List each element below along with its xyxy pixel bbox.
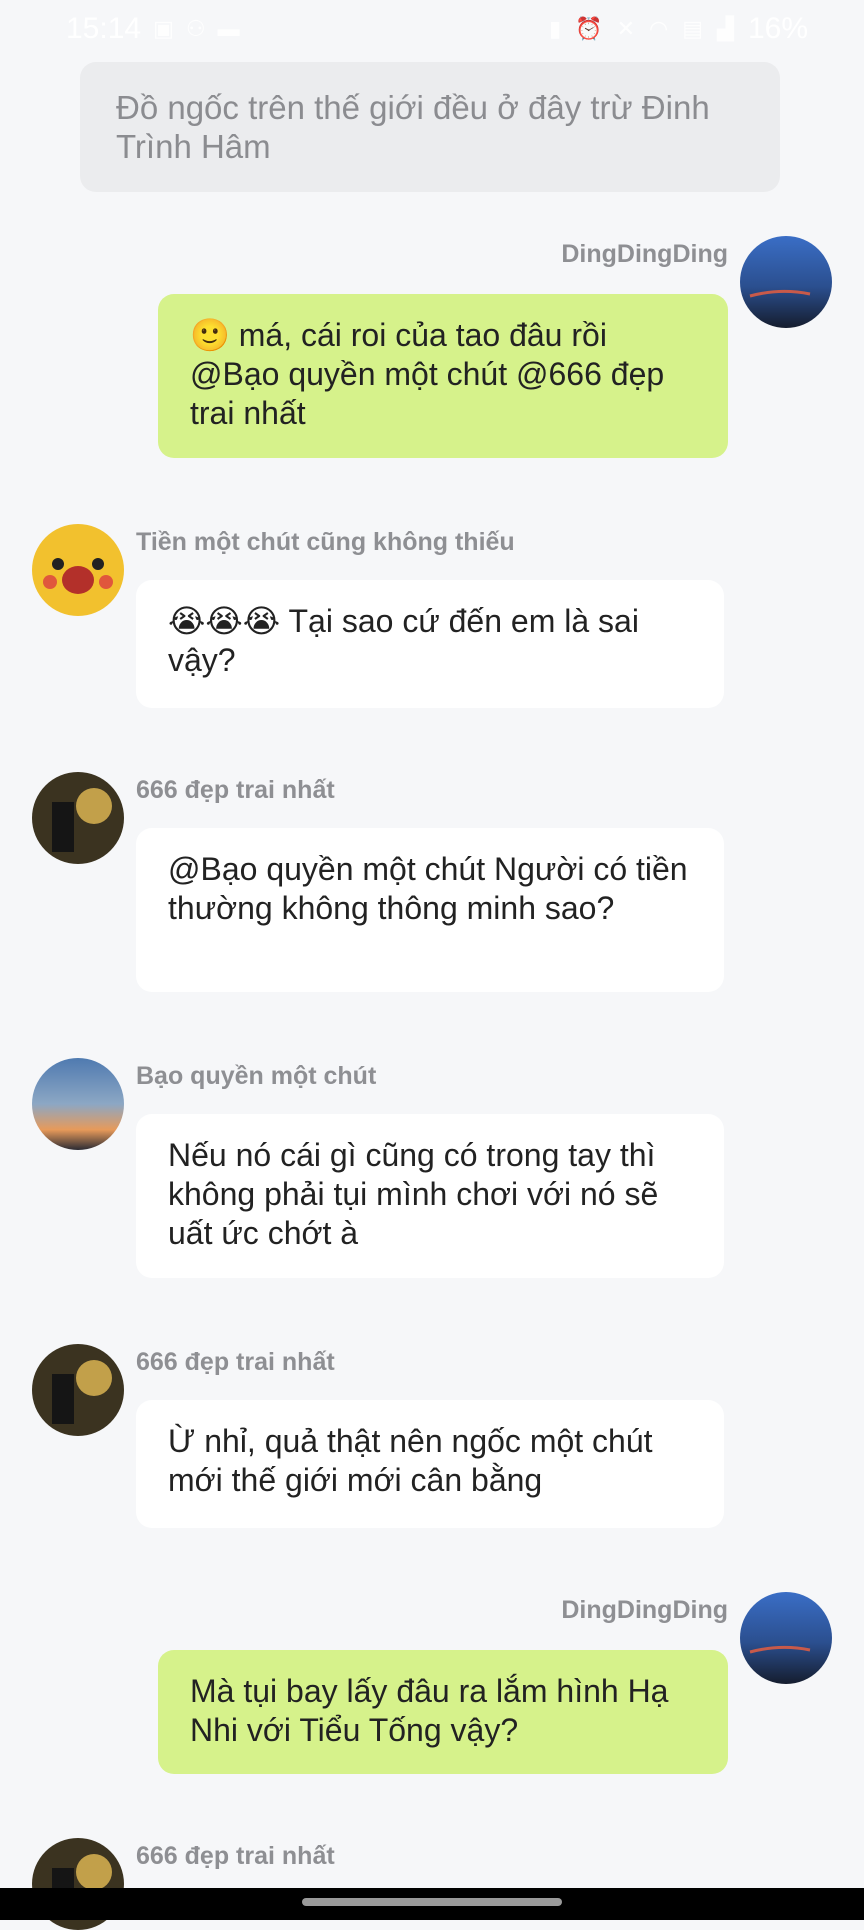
- volte-icon: ▤: [682, 16, 704, 41]
- message-bubble[interactable]: Mà tụi bay lấy đâu ra lắm hình Hạ Nhi vớ…: [158, 1650, 728, 1774]
- avatar-666[interactable]: [32, 772, 124, 864]
- avatar-image: [32, 1058, 124, 1150]
- image-icon: ▣: [153, 16, 174, 41]
- home-gesture-handle[interactable]: [302, 1898, 562, 1906]
- battery-saver-icon: ▮: [549, 16, 562, 41]
- alarm-icon: ⏰: [575, 16, 603, 41]
- avatar-dingdingding[interactable]: [740, 236, 832, 328]
- message-text: @Bạo quyền một chút Người có tiền thường…: [168, 851, 688, 926]
- sender-name: 666 đẹp trai nhất: [136, 1842, 335, 1870]
- message-text: Ừ nhỉ, quả thật nên ngốc một chút mới th…: [168, 1423, 653, 1498]
- message-text: má, cái roi của tao đâu rồi @Bạo quyền m…: [190, 317, 665, 431]
- message-bubble[interactable]: 🙂 má, cái roi của tao đâu rồi @Bạo quyền…: [158, 294, 728, 458]
- navigation-bar: [0, 1888, 864, 1920]
- sender-name: 666 đẹp trai nhất: [136, 1348, 335, 1376]
- sender-name: Bạo quyền một chút: [136, 1062, 377, 1090]
- message-bubble[interactable]: Nếu nó cái gì cũng có trong tay thì khôn…: [136, 1114, 724, 1278]
- avatar-image: [740, 1592, 832, 1684]
- avatar-image: [32, 524, 124, 616]
- message-bubble[interactable]: Ừ nhỉ, quả thật nên ngốc một chút mới th…: [136, 1400, 724, 1528]
- status-time: 15:14: [66, 12, 142, 45]
- avatar-image: [32, 1344, 124, 1436]
- avatar-image: [32, 772, 124, 864]
- sender-name: 666 đẹp trai nhất: [136, 776, 335, 804]
- avatar-dingdingding[interactable]: [740, 1592, 832, 1684]
- avatar-666[interactable]: [32, 1344, 124, 1436]
- mute-icon: ✕: [616, 16, 636, 41]
- sender-name: DingDingDing: [561, 240, 728, 268]
- avatar-bao-quyen[interactable]: [32, 1058, 124, 1150]
- status-right: ▮ ⏰ ✕ ◠ ▤ ▟ 16%: [549, 12, 808, 46]
- sender-name: Tiền một chút cũng không thiếu: [136, 528, 515, 556]
- signal-icon: ▟: [717, 16, 734, 41]
- status-left: 15:14 ▣ ⚇ ▬: [66, 12, 240, 46]
- battery-level: 16%: [747, 12, 808, 45]
- message-icon: ▬: [217, 16, 240, 41]
- avatar-image: [740, 236, 832, 328]
- status-bar: 15:14 ▣ ⚇ ▬ ▮ ⏰ ✕ ◠ ▤ ▟ 16%: [0, 0, 864, 64]
- message-text: Mà tụi bay lấy đâu ra lắm hình Hạ Nhi vớ…: [190, 1673, 669, 1748]
- message-text: Nếu nó cái gì cũng có trong tay thì khôn…: [168, 1137, 659, 1251]
- crying-emoji: 😭😭😭: [168, 602, 281, 640]
- people-icon: ⚇: [185, 16, 206, 41]
- message-bubble[interactable]: 😭😭😭 Tại sao cứ đến em là sai vậy?: [136, 580, 724, 708]
- wifi-icon: ◠: [649, 16, 669, 41]
- message-bubble[interactable]: @Bạo quyền một chút Người có tiền thường…: [136, 828, 724, 992]
- smile-emoji: 🙂: [190, 316, 230, 354]
- group-notice: Đồ ngốc trên thế giới đều ở đây trừ Đinh…: [80, 62, 780, 192]
- avatar-pikachu[interactable]: [32, 524, 124, 616]
- sender-name: DingDingDing: [561, 1596, 728, 1624]
